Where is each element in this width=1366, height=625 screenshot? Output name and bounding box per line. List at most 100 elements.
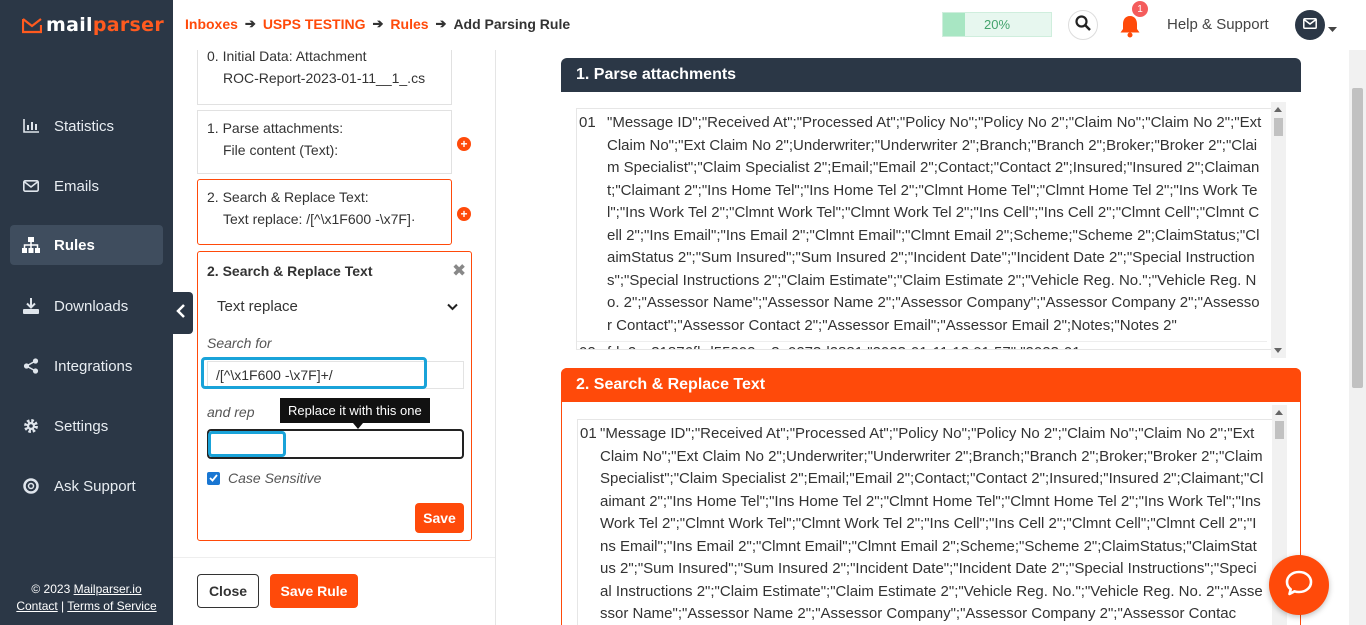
life-ring-icon [22, 477, 40, 495]
row-text: fda2cc31876fbd55202ac3a0273d2881;"2023-0… [607, 342, 1267, 349]
download-icon [22, 297, 40, 315]
add-step-plus-icon[interactable]: + [457, 137, 471, 151]
arrow-right-icon: ➔ [372, 16, 384, 31]
sidebar-item-label: Statistics [54, 117, 115, 135]
sidebar-item-label: Emails [54, 177, 100, 195]
arrow-right-icon: ➔ [435, 16, 447, 31]
case-sensitive-row: Case Sensitive [207, 470, 321, 486]
envelope-icon [1303, 16, 1317, 34]
breadcrumb: Inboxes ➔ USPS TESTING ➔ Rules ➔ Add Par… [185, 16, 570, 32]
logo[interactable]: mailparser [21, 14, 165, 36]
sidebar-item-label: Settings [54, 417, 109, 435]
sidebar-item-label: Ask Support [54, 477, 136, 495]
search-icon [1075, 14, 1091, 36]
sidebar-item-label: Rules [54, 236, 95, 254]
breadcrumb-inboxes[interactable]: Inboxes [185, 16, 238, 32]
progress-label: 20% [983, 17, 1011, 32]
scrollbar-thumb[interactable] [1352, 88, 1363, 388]
sidebar-item-downloads[interactable]: Downloads [10, 286, 163, 326]
row-number: 01 [579, 114, 596, 131]
sidebar-item-settings[interactable]: Settings [10, 406, 163, 446]
row-text: "Message ID";"Received At";"Processed At… [600, 425, 1264, 622]
divider [173, 557, 495, 558]
search-for-label: Search for [207, 335, 272, 351]
close-icon[interactable]: ✖ [452, 261, 466, 281]
result-card-search-replace: 2. Search & Replace Text 01 "Message ID"… [561, 368, 1301, 625]
result-card-parse-attachments: 1. Parse attachments 01 "Message ID";"Re… [561, 58, 1301, 358]
chevron-down-icon [447, 298, 458, 315]
step-title: 0. Initial Data: Attachment [207, 50, 367, 64]
step-editor: 2. Search & Replace Text ✖ Text replace … [197, 251, 472, 541]
step-initial-data[interactable]: 0. Initial Data: Attachment ROC-Report-2… [197, 50, 452, 105]
caret-down-icon[interactable] [1328, 20, 1337, 38]
result-row: 01 "Message ID";"Received At";"Processed… [578, 423, 1268, 625]
card-title: 2. Search & Replace Text [561, 368, 1301, 402]
card-scrollbar[interactable] [1271, 102, 1286, 358]
close-button[interactable]: Close [197, 574, 259, 608]
tooltip-arrow [353, 423, 363, 429]
add-step-plus-icon[interactable]: + [457, 207, 471, 221]
scroll-up-arrow[interactable] [1274, 107, 1282, 112]
sidebar-item-integrations[interactable]: Integrations [10, 346, 163, 386]
contact-link[interactable]: Contact [16, 599, 57, 613]
step-detail: ROC-Report-2023-01-11__1_.cs [223, 70, 426, 86]
copyright-text: © 2023 [31, 582, 74, 596]
bar-chart-icon [22, 117, 40, 135]
notification-badge: 1 [1131, 0, 1149, 18]
select-value: Text replace [217, 297, 298, 315]
envelope-logo-icon [21, 16, 43, 34]
save-rule-button[interactable]: Save Rule [270, 574, 358, 608]
results-area: 1. Parse attachments 01 "Message ID";"Re… [513, 50, 1349, 625]
breadcrumb-inbox[interactable]: USPS TESTING [263, 16, 366, 32]
case-sensitive-checkbox[interactable] [207, 471, 220, 485]
step-search-replace[interactable]: 2. Search & Replace Text: Text replace: … [197, 179, 452, 245]
focus-highlight [201, 357, 427, 389]
focus-highlight [208, 431, 286, 457]
sidebar-collapse-button[interactable] [169, 292, 193, 334]
envelope-icon [22, 177, 40, 195]
scroll-up-arrow[interactable] [1275, 410, 1283, 415]
gear-icon [22, 417, 40, 435]
top-bar: Inboxes ➔ USPS TESTING ➔ Rules ➔ Add Par… [173, 0, 1366, 50]
sidebar-item-label: Downloads [54, 297, 129, 315]
scrollbar-thumb[interactable] [1274, 118, 1283, 136]
breadcrumb-rules[interactable]: Rules [390, 16, 428, 32]
chat-launcher-button[interactable] [1269, 555, 1329, 615]
share-icon [22, 357, 40, 375]
page-title: Add Parsing Rule [453, 16, 571, 32]
result-text-area[interactable]: 01 "Message ID";"Received At";"Processed… [577, 419, 1287, 625]
step-parse-attachments[interactable]: 1. Parse attachments: File content (Text… [197, 110, 452, 174]
action-type-select[interactable]: Text replace [207, 290, 464, 322]
rule-steps-panel: 0. Initial Data: Attachment ROC-Report-2… [173, 50, 496, 625]
chevron-left-icon [176, 303, 186, 323]
step-title: 2. Search & Replace Text: [207, 189, 369, 205]
sidebar-item-statistics[interactable]: Statistics [10, 106, 163, 146]
sidebar-item-ask-support[interactable]: Ask Support [10, 466, 163, 506]
search-button[interactable] [1068, 10, 1098, 40]
mailparser-link[interactable]: Mailparser.io [74, 582, 142, 596]
logo-text: mailparser [46, 14, 165, 36]
sidebar-item-rules[interactable]: Rules [10, 225, 163, 265]
scroll-down-arrow[interactable] [1274, 348, 1282, 353]
page-scrollbar[interactable] [1349, 50, 1366, 625]
card-title: 1. Parse attachments [561, 58, 1301, 92]
result-row: 01 "Message ID";"Received At";"Processed… [577, 112, 1267, 337]
terms-link[interactable]: Terms of Service [67, 599, 156, 613]
sitemap-icon [22, 236, 40, 254]
row-text: "Message ID";"Received At";"Processed At… [607, 114, 1262, 334]
row-number: 02 [577, 342, 607, 349]
sidebar: mailparser Statistics Emails Rules Downl… [0, 0, 173, 625]
setup-progress-bar[interactable]: 20% [942, 12, 1052, 37]
editor-title: 2. Search & Replace Text [207, 263, 373, 279]
step-detail: Text replace: /[^\x1F600 -\x7F]· [223, 211, 416, 227]
scrollbar-thumb[interactable] [1275, 421, 1284, 439]
tooltip: Replace it with this one [280, 398, 430, 423]
save-step-button[interactable]: Save [415, 503, 464, 533]
arrow-right-icon: ➔ [244, 16, 256, 31]
row-number: 01 [580, 425, 597, 442]
sidebar-item-emails[interactable]: Emails [10, 166, 163, 206]
help-support-link[interactable]: Help & Support [1167, 16, 1269, 33]
avatar[interactable] [1295, 10, 1325, 40]
case-sensitive-label: Case Sensitive [228, 470, 322, 486]
result-text-area[interactable]: 01 "Message ID";"Received At";"Processed… [576, 108, 1286, 350]
